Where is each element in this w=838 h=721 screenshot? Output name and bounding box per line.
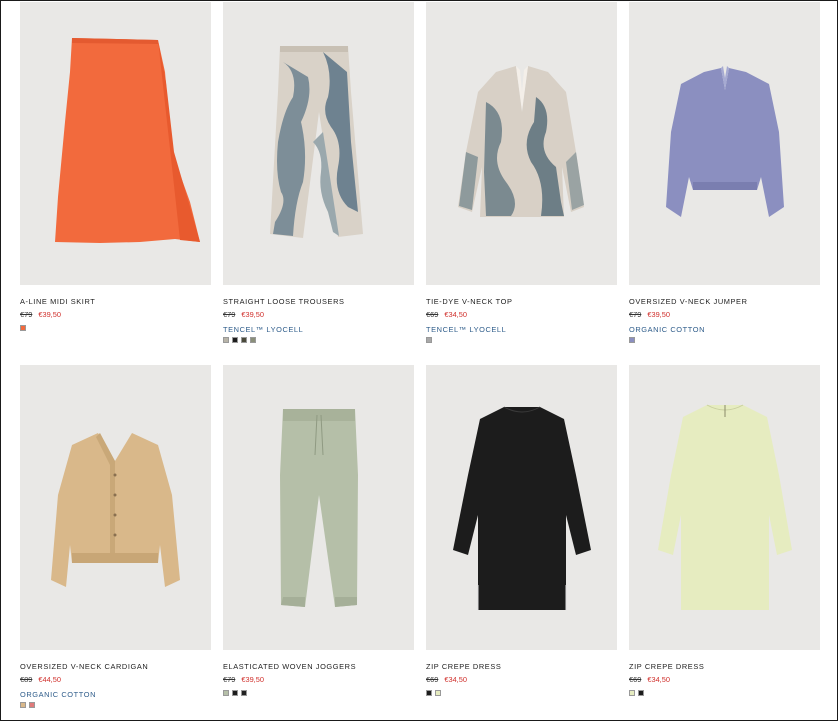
sale-price: €39,50 <box>241 310 264 319</box>
product-image-trousers[interactable] <box>223 2 414 285</box>
product-card[interactable]: STRAIGHT LOOSE TROUSERS €79 €39,50 TENCEL… <box>223 2 414 344</box>
product-name[interactable]: ZIP CREPE DRESS <box>426 662 617 671</box>
color-swatches <box>629 690 820 697</box>
product-name[interactable]: ZIP CREPE DRESS <box>629 662 820 671</box>
product-card[interactable]: A-LINE MIDI SKIRT €79 €39,50 <box>20 2 211 332</box>
product-card[interactable]: ELASTICATED WOVEN JOGGERS €79 €39,50 <box>223 365 414 697</box>
product-image-cardigan[interactable] <box>20 365 211 650</box>
product-prices: €69 €34,50 <box>629 675 820 684</box>
material-link[interactable]: TENCEL™ LYOCELL <box>426 325 617 334</box>
color-swatches <box>223 690 414 697</box>
product-image-jumper[interactable] <box>629 2 820 285</box>
color-swatch[interactable] <box>426 337 432 343</box>
product-prices: €69 €34,50 <box>426 310 617 319</box>
color-swatch[interactable] <box>629 690 635 696</box>
sale-price: €39,50 <box>647 310 670 319</box>
sale-price: €39,50 <box>241 675 264 684</box>
color-swatch[interactable] <box>638 690 644 696</box>
product-image-zip-dress-black[interactable] <box>426 365 617 650</box>
material-link[interactable]: TENCEL™ LYOCELL <box>223 325 414 334</box>
color-swatches <box>629 337 820 344</box>
old-price: €79 <box>629 310 642 319</box>
product-grid: A-LINE MIDI SKIRT €79 €39,50 STRAIGHT LOO… <box>0 0 838 721</box>
sale-price: €34,50 <box>647 675 670 684</box>
product-prices: €69 €34,50 <box>426 675 617 684</box>
product-card[interactable]: ZIP CREPE DRESS €69 €34,50 <box>426 365 617 697</box>
product-prices: €89 €44,50 <box>20 675 211 684</box>
product-name[interactable]: OVERSIZED V-NECK JUMPER <box>629 297 820 306</box>
color-swatch[interactable] <box>241 337 247 343</box>
product-prices: €79 €39,50 <box>223 310 414 319</box>
old-price: €89 <box>20 675 33 684</box>
color-swatch[interactable] <box>426 690 432 696</box>
sale-price: €39,50 <box>38 310 61 319</box>
color-swatch[interactable] <box>232 337 238 343</box>
color-swatch[interactable] <box>241 690 247 696</box>
color-swatch[interactable] <box>223 337 229 343</box>
color-swatch[interactable] <box>435 690 441 696</box>
material-link[interactable]: ORGANIC COTTON <box>20 690 211 699</box>
color-swatches <box>20 325 211 332</box>
product-prices: €79 €39,50 <box>629 310 820 319</box>
color-swatches <box>20 702 211 709</box>
sale-price: €44,50 <box>38 675 61 684</box>
color-swatch[interactable] <box>29 702 35 708</box>
color-swatch[interactable] <box>250 337 256 343</box>
product-card[interactable]: ZIP CREPE DRESS €69 €34,50 <box>629 365 820 697</box>
product-name[interactable]: OVERSIZED V-NECK CARDIGAN <box>20 662 211 671</box>
product-name[interactable]: TIE-DYE V-NECK TOP <box>426 297 617 306</box>
sale-price: €34,50 <box>444 675 467 684</box>
old-price: €79 <box>223 675 236 684</box>
color-swatches <box>223 337 414 344</box>
color-swatch[interactable] <box>20 325 26 331</box>
old-price: €69 <box>426 310 439 319</box>
color-swatches <box>426 337 617 344</box>
sale-price: €34,50 <box>444 310 467 319</box>
product-image-tiedye-top[interactable] <box>426 2 617 285</box>
product-name[interactable]: ELASTICATED WOVEN JOGGERS <box>223 662 414 671</box>
old-price: €79 <box>223 310 236 319</box>
product-image-joggers[interactable] <box>223 365 414 650</box>
product-prices: €79 €39,50 <box>20 310 211 319</box>
product-image-zip-dress-lime[interactable] <box>629 365 820 650</box>
old-price: €79 <box>20 310 33 319</box>
product-card[interactable]: OVERSIZED V-NECK CARDIGAN €89 €44,50 ORGA… <box>20 365 211 709</box>
color-swatch[interactable] <box>20 702 26 708</box>
old-price: €69 <box>629 675 642 684</box>
product-name[interactable]: STRAIGHT LOOSE TROUSERS <box>223 297 414 306</box>
product-image-skirt[interactable] <box>20 2 211 285</box>
product-prices: €79 €39,50 <box>223 675 414 684</box>
color-swatch[interactable] <box>223 690 229 696</box>
product-card[interactable]: TIE-DYE V-NECK TOP €69 €34,50 TENCEL™ LYO… <box>426 2 617 344</box>
old-price: €69 <box>426 675 439 684</box>
product-card[interactable]: OVERSIZED V-NECK JUMPER €79 €39,50 ORGANI… <box>629 2 820 344</box>
color-swatches <box>426 690 617 697</box>
material-link[interactable]: ORGANIC COTTON <box>629 325 820 334</box>
color-swatch[interactable] <box>629 337 635 343</box>
color-swatch[interactable] <box>232 690 238 696</box>
product-name[interactable]: A-LINE MIDI SKIRT <box>20 297 211 306</box>
